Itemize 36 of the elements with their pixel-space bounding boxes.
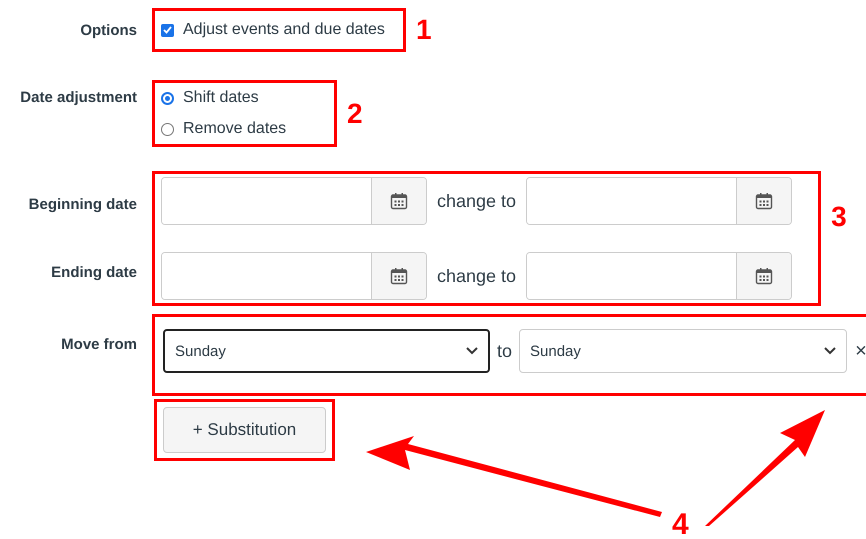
callout-number: 4 — [672, 508, 689, 539]
calendar-button[interactable] — [736, 178, 792, 224]
calendar-button[interactable] — [736, 253, 792, 299]
calendar-icon — [755, 267, 774, 285]
connector-text: to — [497, 340, 512, 362]
field-label: Options — [79, 22, 137, 38]
calendar-button[interactable] — [371, 178, 426, 224]
date-field[interactable] — [526, 252, 792, 300]
field-label: Date adjustment — [19, 88, 137, 106]
date-field[interactable] — [161, 252, 427, 300]
chevron-down-icon — [824, 347, 836, 355]
radio-button[interactable] — [161, 92, 174, 104]
field-label: Beginning date — [28, 196, 137, 214]
calendar-icon — [390, 192, 408, 210]
callout-number: 2 — [347, 98, 363, 130]
radio-button[interactable] — [161, 122, 174, 136]
date-field[interactable] — [161, 177, 427, 225]
field-label: Ending date — [50, 264, 137, 281]
calendar-icon — [390, 267, 408, 285]
select-field[interactable]: Sunday — [163, 329, 490, 373]
date-field[interactable] — [526, 177, 792, 225]
callout-number: 1 — [416, 14, 432, 46]
radio-label: Shift dates — [183, 89, 259, 107]
checkbox[interactable] — [161, 24, 174, 36]
connector-text: change to — [437, 266, 516, 286]
remove-button[interactable]: × — [854, 340, 866, 362]
calendar-button[interactable] — [371, 253, 426, 299]
callout-number: 3 — [831, 201, 847, 233]
select-field[interactable]: Sunday — [519, 329, 848, 373]
field-label: Move from — [60, 335, 137, 353]
connector-text: change to — [437, 190, 516, 212]
checkbox-label: Adjust events and due dates — [183, 21, 385, 39]
calendar-icon — [755, 192, 774, 210]
chevron-down-icon — [466, 347, 478, 355]
add-substitution-button[interactable]: + Substitution — [163, 407, 326, 453]
radio-label: Remove dates — [183, 120, 286, 138]
